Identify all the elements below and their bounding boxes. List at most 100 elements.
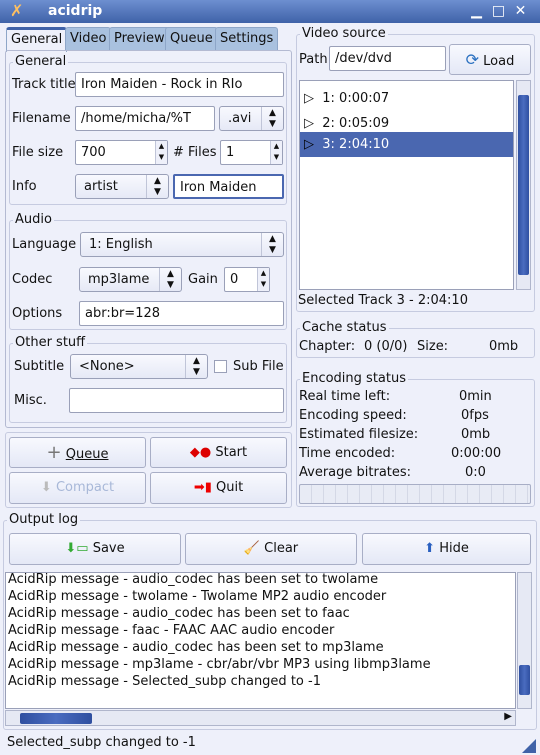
compact-button[interactable]: ⬇ Compact bbox=[9, 472, 146, 504]
log-horizontal-scrollbar[interactable]: ▶ bbox=[5, 710, 516, 726]
gain-spin[interactable]: 0 ▲ ▼ bbox=[224, 267, 270, 292]
encoding-status-legend: Encoding status bbox=[300, 371, 408, 387]
track-label: 3: 2:04:10 bbox=[322, 137, 390, 152]
log-line: AcidRip message - twolame - Twolame MP2 … bbox=[8, 589, 387, 604]
language-combo[interactable]: 1: English ▲ ▼ bbox=[80, 232, 284, 257]
sub-file-checkbox[interactable] bbox=[214, 360, 227, 373]
window-title: acidrip bbox=[48, 3, 103, 19]
queue-label: Queue bbox=[65, 447, 109, 462]
files-spin[interactable]: 1 ▲ ▼ bbox=[220, 140, 283, 165]
quit-button[interactable]: ➡▮ Quit bbox=[150, 472, 287, 504]
hide-button[interactable]: ⬆ Hide bbox=[362, 533, 531, 565]
load-label: Load bbox=[483, 54, 515, 69]
broom-icon: 🧹 bbox=[243, 541, 261, 556]
misc-input[interactable] bbox=[69, 388, 284, 413]
estimated-filesize-value: 0mb bbox=[461, 427, 491, 442]
subtitle-label: Subtitle bbox=[14, 359, 65, 374]
resize-grip-icon[interactable] bbox=[522, 739, 536, 753]
start-icon: ◆● bbox=[189, 445, 212, 460]
log-line: AcidRip message - audio_codec has been s… bbox=[8, 640, 384, 655]
output-log-legend: Output log bbox=[7, 512, 81, 528]
size-label: Size: bbox=[417, 339, 449, 354]
spin-arrows-icon[interactable]: ▲ ▼ bbox=[270, 141, 282, 164]
refresh-icon: ⟳ bbox=[465, 50, 480, 69]
log-text-area[interactable]: AcidRip message - audio_codec has been s… bbox=[5, 572, 516, 709]
language-value: 1: English bbox=[89, 237, 153, 252]
start-label: Start bbox=[215, 445, 248, 460]
log-line: AcidRip message - faac - FAAC AAC audio … bbox=[8, 623, 335, 638]
sub-file-label: Sub File bbox=[233, 359, 284, 374]
options-label: Options bbox=[12, 306, 63, 321]
spin-arrows-icon[interactable]: ▲ ▼ bbox=[155, 141, 167, 164]
log-vertical-scrollbar[interactable] bbox=[517, 572, 532, 709]
codec-label: Codec bbox=[12, 272, 53, 287]
track-title-input[interactable]: Iron Maiden - Rock in RIo bbox=[75, 72, 284, 97]
extension-combo[interactable]: .avi ▲ ▼ bbox=[219, 106, 284, 131]
expander-icon: ▷ bbox=[304, 91, 314, 106]
updown-icon: ▲ ▼ bbox=[261, 233, 283, 256]
gain-value: 0 bbox=[230, 272, 239, 287]
scrollbar-thumb[interactable] bbox=[518, 95, 529, 275]
average-bitrates-value: 0:0 bbox=[465, 465, 486, 480]
info-label: Info bbox=[12, 179, 37, 194]
options-input[interactable]: abr:br=128 bbox=[79, 301, 284, 326]
start-button[interactable]: ◆● Start bbox=[150, 437, 287, 468]
track-list[interactable]: ▷ 1: 0:00:07 ▷ 2: 0:05:09 ▷ 3: 2:04:10 bbox=[299, 80, 514, 290]
file-size-label: File size bbox=[12, 145, 64, 160]
codec-combo[interactable]: mp3lame ▲ ▼ bbox=[79, 267, 182, 292]
files-value: 1 bbox=[226, 145, 235, 160]
tab-settings[interactable]: Settings bbox=[215, 27, 279, 51]
info-key-combo[interactable]: artist ▲ ▼ bbox=[75, 174, 169, 199]
real-time-left-label: Real time left: bbox=[299, 389, 391, 404]
track-label: 1: 0:00:07 bbox=[322, 91, 390, 106]
scrollbar-thumb[interactable] bbox=[519, 665, 530, 695]
spin-arrows-icon[interactable]: ▲ ▼ bbox=[257, 268, 269, 291]
encoding-progress-bar bbox=[299, 484, 531, 504]
average-bitrates-label: Average bitrates: bbox=[299, 465, 412, 480]
save-button[interactable]: ⬇▭ Save bbox=[9, 533, 181, 565]
info-key-value: artist bbox=[84, 179, 118, 194]
codec-value: mp3lame bbox=[88, 272, 150, 287]
exit-door-icon: ➡▮ bbox=[193, 480, 212, 495]
size-value: 0mb bbox=[489, 339, 519, 354]
info-value-input[interactable]: Iron Maiden bbox=[173, 174, 284, 199]
estimated-filesize-label: Estimated filesize: bbox=[299, 427, 419, 442]
save-disk-icon: ⬇▭ bbox=[65, 541, 89, 556]
minimize-icon[interactable]: ▁ bbox=[468, 3, 485, 20]
time-encoded-label: Time encoded: bbox=[299, 446, 396, 461]
filename-input[interactable]: /home/micha/%T bbox=[75, 106, 215, 131]
audio-legend: Audio bbox=[13, 212, 54, 228]
track-item-selected[interactable]: ▷ 3: 2:04:10 bbox=[300, 132, 513, 157]
subtitle-combo[interactable]: <None> ▲ ▼ bbox=[70, 354, 208, 379]
selected-track-text: Selected Track 3 - 2:04:10 bbox=[298, 293, 468, 308]
subtitle-value: <None> bbox=[79, 359, 135, 374]
track-list-scrollbar[interactable] bbox=[516, 80, 531, 290]
log-line: AcidRip message - audio_codec has been s… bbox=[8, 572, 379, 587]
tab-preview[interactable]: Preview bbox=[109, 27, 170, 51]
track-item[interactable]: ▷ 1: 0:00:07 bbox=[300, 86, 513, 111]
maximize-icon[interactable]: □ bbox=[490, 3, 507, 20]
files-label: # Files bbox=[173, 145, 217, 160]
plus-icon: + bbox=[46, 442, 62, 463]
expander-icon: ▷ bbox=[304, 137, 314, 152]
load-button[interactable]: ⟳ Load bbox=[449, 44, 531, 75]
clear-label: Clear bbox=[264, 541, 299, 556]
file-size-spin[interactable]: 700 ▲ ▼ bbox=[75, 140, 168, 165]
updown-icon: ▲ ▼ bbox=[159, 268, 181, 291]
log-line: AcidRip message - mp3lame - cbr/abr/vbr … bbox=[8, 657, 431, 672]
tab-general[interactable]: General bbox=[6, 27, 68, 52]
path-input[interactable]: /dev/dvd bbox=[329, 46, 446, 71]
cache-status-legend: Cache status bbox=[300, 320, 389, 336]
queue-button[interactable]: + Queue bbox=[9, 437, 146, 468]
clear-button[interactable]: 🧹 Clear bbox=[185, 533, 357, 565]
tab-video[interactable]: Video bbox=[65, 27, 112, 51]
close-icon[interactable]: ✕ bbox=[512, 3, 529, 20]
scrollbar-thumb[interactable] bbox=[20, 713, 92, 724]
status-bar-text: Selected_subp changed to -1 bbox=[7, 735, 196, 750]
language-label: Language bbox=[12, 237, 77, 252]
track-title-label: Track title bbox=[12, 77, 76, 92]
extension-value: .avi bbox=[228, 111, 252, 126]
tab-queue[interactable]: Queue bbox=[165, 27, 218, 51]
arrow-right-icon[interactable]: ▶ bbox=[504, 711, 512, 722]
chapter-value: 0 (0/0) bbox=[364, 339, 408, 354]
